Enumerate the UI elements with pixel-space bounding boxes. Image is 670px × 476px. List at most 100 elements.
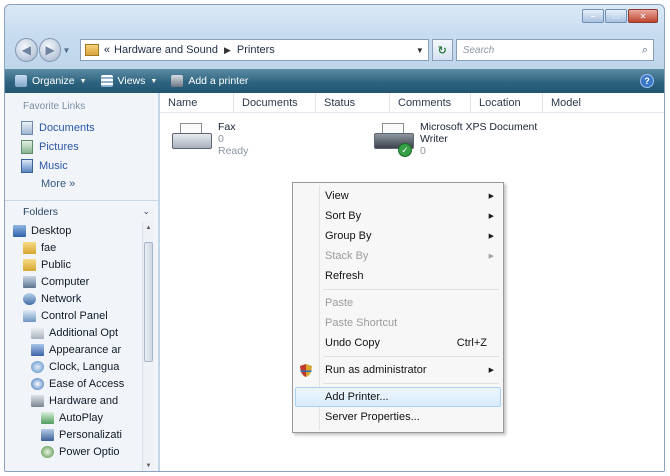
menu-item-undo-copy[interactable]: Undo Copy Ctrl+Z <box>293 333 503 353</box>
menu-item-view[interactable]: View ▶ <box>293 186 503 206</box>
back-arrow-icon: ◀ <box>21 43 31 57</box>
printer-item-xps-writer[interactable]: ✓ Microsoft XPS Document Writer 0 <box>372 121 537 157</box>
tree-item-additional-options[interactable]: Additional Opt <box>5 324 158 341</box>
tree-item-fae[interactable]: fae <box>5 239 158 256</box>
add-printer-label: Add a printer <box>188 75 249 87</box>
scroll-down-icon[interactable]: ▼ <box>143 460 154 471</box>
breadcrumb-hardware-and-sound[interactable]: Hardware and Sound <box>114 44 218 56</box>
navigation-pane: Favorite Links Documents Pictures Music … <box>5 93 159 471</box>
organize-button[interactable]: Organize ▼ <box>15 75 87 87</box>
chevron-down-icon: ▼ <box>150 77 158 85</box>
search-box[interactable]: Search ⌕ <box>455 39 655 61</box>
fax-printer-icon <box>170 121 214 157</box>
tree-item-clock-language[interactable]: Clock, Langua <box>5 358 158 375</box>
close-button[interactable]: ✕ <box>628 9 658 23</box>
folders-header[interactable]: Folders ⌄ <box>5 200 158 222</box>
tree-item-label: Public <box>41 258 71 271</box>
tree-item-computer[interactable]: Computer <box>5 273 158 290</box>
network-icon <box>23 292 36 305</box>
tree-item-label: Appearance ar <box>49 343 122 356</box>
menu-item-sort-by[interactable]: Sort By ▶ <box>293 206 503 226</box>
tree-item-public[interactable]: Public <box>5 256 158 273</box>
tree-item-autoplay[interactable]: AutoPlay <box>5 409 158 426</box>
menu-item-label: Server Properties... <box>325 411 420 423</box>
scroll-up-icon[interactable]: ▲ <box>143 222 154 234</box>
menu-item-refresh[interactable]: Refresh <box>293 266 503 286</box>
tree-item-label: Hardware and <box>49 394 119 407</box>
user-folder-icon <box>23 241 36 254</box>
column-header-documents[interactable]: Documents <box>234 93 316 112</box>
scrollbar-thumb[interactable] <box>144 242 153 362</box>
views-button[interactable]: Views ▼ <box>100 75 158 87</box>
more-links-button[interactable]: More » <box>5 175 158 194</box>
menu-item-paste[interactable]: Paste <box>293 293 503 313</box>
explorer-window: – □ ✕ ◀ ▶ ▼ « Hardware and Sound ▶ Print… <box>4 4 665 472</box>
breadcrumb-printers[interactable]: Printers <box>237 44 275 56</box>
column-header-status[interactable]: Status <box>316 93 390 112</box>
address-prefix[interactable]: « <box>104 44 110 56</box>
tree-item-control-panel[interactable]: Control Panel <box>5 307 158 324</box>
printer-documents: 0 <box>420 145 426 157</box>
tree-item-label: Ease of Access <box>49 377 125 390</box>
submenu-arrow-icon: ▶ <box>488 213 494 220</box>
column-header-model[interactable]: Model <box>543 93 663 112</box>
tree-item-desktop[interactable]: Desktop <box>5 222 158 239</box>
help-icon[interactable]: ? <box>640 74 654 88</box>
menu-item-run-as-administrator[interactable]: Run as administrator ▶ <box>293 360 503 380</box>
column-header-name[interactable]: Name <box>160 93 234 112</box>
tree-item-personalization[interactable]: Personalizati <box>5 426 158 443</box>
organize-icon <box>15 75 27 87</box>
column-header-location[interactable]: Location <box>471 93 543 112</box>
minimize-button[interactable]: – <box>582 9 604 23</box>
back-button[interactable]: ◀ <box>15 38 38 62</box>
favorite-link-pictures[interactable]: Pictures <box>5 137 158 156</box>
printer-name: Fax <box>218 121 236 133</box>
tree-item-label: Personalizati <box>59 428 122 441</box>
menu-item-label: Paste Shortcut <box>325 317 398 329</box>
favorite-link-music[interactable]: Music <box>5 156 158 175</box>
add-printer-button[interactable]: Add a printer <box>171 75 248 87</box>
maximize-button[interactable]: □ <box>605 9 627 23</box>
address-dropdown-icon[interactable]: ▼ <box>416 46 424 55</box>
tree-item-ease-of-access[interactable]: Ease of Access <box>5 375 158 392</box>
tree-item-appearance[interactable]: Appearance ar <box>5 341 158 358</box>
column-header-comments[interactable]: Comments <box>390 93 471 112</box>
menu-item-add-printer[interactable]: Add Printer... <box>295 387 501 407</box>
menu-item-label: Undo Copy <box>325 337 381 349</box>
favorite-link-documents[interactable]: Documents <box>5 118 158 137</box>
tree-item-label: Computer <box>41 275 90 288</box>
documents-icon <box>21 120 33 135</box>
menu-item-label: Stack By <box>325 250 369 262</box>
tree-item-label: AutoPlay <box>59 411 104 424</box>
ease-of-access-icon <box>31 377 44 390</box>
default-printer-check-icon: ✓ <box>398 143 412 157</box>
tree-item-network[interactable]: Network <box>5 290 158 307</box>
menu-item-server-properties[interactable]: Server Properties... <box>293 407 503 427</box>
menu-item-group-by[interactable]: Group By ▶ <box>293 226 503 246</box>
menu-item-paste-shortcut[interactable]: Paste Shortcut <box>293 313 503 333</box>
recent-pages-dropdown[interactable]: ▼ <box>62 46 71 55</box>
chevron-down-icon: ⌄ <box>142 206 150 216</box>
search-icon[interactable]: ⌕ <box>642 44 648 57</box>
tree-item-hardware[interactable]: Hardware and <box>5 392 158 409</box>
submenu-arrow-icon: ▶ <box>488 233 494 240</box>
admin-shield-icon <box>300 363 312 377</box>
hardware-icon <box>31 394 44 407</box>
column-headers: Name Documents Status Comments Location … <box>160 93 664 113</box>
menu-item-stack-by[interactable]: Stack By ▶ <box>293 246 503 266</box>
tree-item-label: Control Panel <box>41 309 108 322</box>
folder-tree-scrollbar[interactable]: ▲ ▼ <box>142 222 154 471</box>
forward-arrow-icon: ▶ <box>45 43 55 57</box>
printer-item-fax[interactable]: Fax 0 Ready <box>170 121 248 157</box>
forward-button[interactable]: ▶ <box>38 38 62 62</box>
computer-icon <box>23 275 36 288</box>
menu-item-label: View <box>325 190 349 202</box>
printer-documents: 0 <box>218 133 224 145</box>
tree-item-power-options[interactable]: Power Optio <box>5 443 158 460</box>
breadcrumb-separator-icon[interactable]: ▶ <box>224 45 231 56</box>
address-bar[interactable]: « Hardware and Sound ▶ Printers ▼ <box>79 39 429 61</box>
refresh-button[interactable]: ↻ <box>431 39 453 61</box>
tree-item-label: Clock, Langua <box>49 360 120 373</box>
personalization-icon <box>41 428 54 441</box>
views-label: Views <box>117 75 146 87</box>
